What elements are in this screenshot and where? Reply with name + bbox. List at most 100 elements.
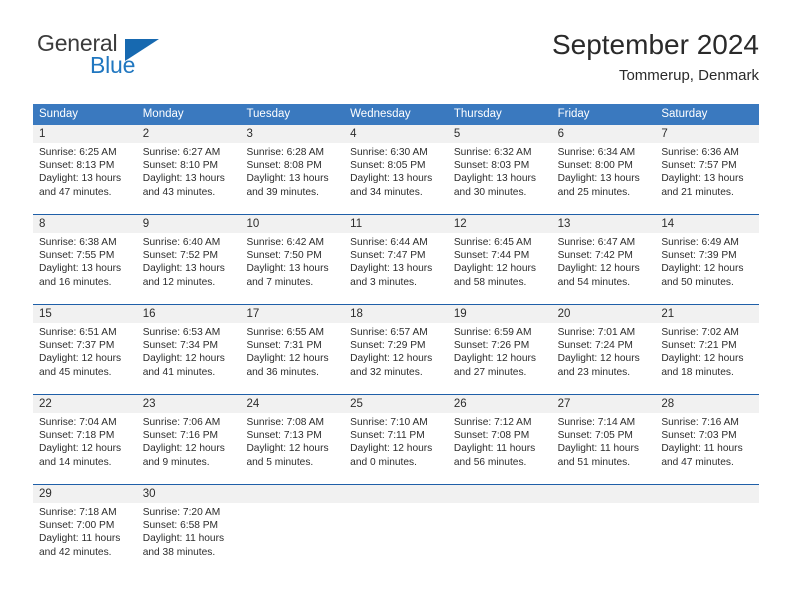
day-details: Sunrise: 7:10 AM Sunset: 7:11 PM Dayligh…: [344, 413, 448, 469]
title-block: September 2024 Tommerup, Denmark: [552, 28, 759, 87]
day-number: 9: [136, 215, 241, 233]
day-cell[interactable]: 17 Sunrise: 6:55 AM Sunset: 7:31 PM Dayl…: [240, 305, 345, 387]
day-cell[interactable]: 4 Sunrise: 6:30 AM Sunset: 8:05 PM Dayli…: [344, 125, 448, 207]
sunrise-text: Sunrise: 7:16 AM: [661, 417, 739, 428]
daylight-text-line2: and 16 minutes.: [39, 276, 112, 288]
sunrise-text: Sunrise: 6:47 AM: [557, 237, 636, 248]
day-cell[interactable]: 27 Sunrise: 7:14 AM Sunset: 7:05 PM Dayl…: [551, 395, 656, 477]
day-cell[interactable]: 30 Sunrise: 7:20 AM Sunset: 6:58 PM Dayl…: [136, 485, 241, 567]
daylight-text-line1: Daylight: 13 hours: [661, 173, 744, 185]
day-number: 25: [344, 395, 448, 413]
sunrise-text: Sunrise: 6:44 AM: [350, 237, 428, 248]
day-cell[interactable]: 25 Sunrise: 7:10 AM Sunset: 7:11 PM Dayl…: [344, 395, 448, 477]
day-cell[interactable]: 21 Sunrise: 7:02 AM Sunset: 7:21 PM Dayl…: [655, 305, 760, 387]
daylight-text-line1: Daylight: 12 hours: [39, 443, 122, 455]
sunset-text: Sunset: 6:58 PM: [142, 520, 219, 532]
week-row: 15 Sunrise: 6:51 AM Sunset: 7:37 PM Dayl…: [33, 304, 760, 387]
daylight-text-line2: and 12 minutes.: [142, 276, 216, 288]
day-number: 12: [447, 215, 552, 233]
daylight-text-line1: Daylight: 12 hours: [661, 263, 744, 275]
day-cell[interactable]: 14 Sunrise: 6:49 AM Sunset: 7:39 PM Dayl…: [655, 215, 760, 297]
general-blue-logo[interactable]: General Blue: [33, 28, 233, 84]
daylight-text-line2: and 47 minutes.: [39, 186, 112, 198]
daylight-text-line1: Daylight: 12 hours: [453, 353, 536, 365]
sunrise-text: Sunrise: 7:20 AM: [142, 507, 221, 518]
day-number: 28: [655, 395, 760, 413]
day-details: Sunrise: 7:16 AM Sunset: 7:03 PM Dayligh…: [655, 413, 759, 469]
day-cell[interactable]: 1 Sunrise: 6:25 AM Sunset: 8:13 PM Dayli…: [33, 125, 137, 207]
daylight-text-line1: Daylight: 12 hours: [557, 353, 640, 365]
day-details: Sunrise: 7:14 AM Sunset: 7:05 PM Dayligh…: [552, 413, 656, 469]
sunrise-text: Sunrise: 7:18 AM: [39, 507, 117, 518]
sunset-text: Sunset: 7:21 PM: [661, 340, 737, 352]
day-details: Sunrise: 6:36 AM Sunset: 7:57 PM Dayligh…: [655, 143, 759, 199]
page-title: September 2024: [551, 29, 759, 60]
day-cell[interactable]: 6 Sunrise: 6:34 AM Sunset: 8:00 PM Dayli…: [551, 125, 656, 207]
day-cell[interactable]: 11 Sunrise: 6:44 AM Sunset: 7:47 PM Dayl…: [344, 215, 448, 297]
page-subtitle: Tommerup, Denmark: [618, 67, 759, 84]
sunset-text: Sunset: 8:10 PM: [142, 160, 219, 172]
sunrise-text: Sunrise: 7:10 AM: [350, 417, 428, 428]
day-cell[interactable]: 19 Sunrise: 6:59 AM Sunset: 7:26 PM Dayl…: [447, 305, 552, 387]
day-cell[interactable]: 5 Sunrise: 6:32 AM Sunset: 8:03 PM Dayli…: [447, 125, 552, 207]
day-cell[interactable]: 22 Sunrise: 7:04 AM Sunset: 7:18 PM Dayl…: [33, 395, 137, 477]
day-details: Sunrise: 6:49 AM Sunset: 7:39 PM Dayligh…: [655, 233, 759, 289]
day-number: 14: [655, 215, 760, 233]
daylight-text-line2: and 36 minutes.: [246, 366, 319, 378]
calendar-page: General Blue September 2024 Tommerup, De…: [0, 0, 792, 612]
daylight-text-line1: Daylight: 11 hours: [661, 443, 743, 455]
day-cell[interactable]: 10 Sunrise: 6:42 AM Sunset: 7:50 PM Dayl…: [240, 215, 345, 297]
daylight-text-line1: Daylight: 11 hours: [453, 443, 536, 455]
sunset-text: Sunset: 7:03 PM: [661, 430, 737, 442]
sunset-text: Sunset: 7:47 PM: [350, 250, 426, 262]
day-cell[interactable]: 13 Sunrise: 6:47 AM Sunset: 7:42 PM Dayl…: [551, 215, 656, 297]
week-row: 22 Sunrise: 7:04 AM Sunset: 7:18 PM Dayl…: [33, 394, 760, 477]
day-cell[interactable]: 29 Sunrise: 7:18 AM Sunset: 7:00 PM Dayl…: [33, 485, 137, 567]
day-details: Sunrise: 6:32 AM Sunset: 8:03 PM Dayligh…: [448, 143, 552, 199]
day-cell[interactable]: 16 Sunrise: 6:53 AM Sunset: 7:34 PM Dayl…: [136, 305, 241, 387]
day-cell[interactable]: 3 Sunrise: 6:28 AM Sunset: 8:08 PM Dayli…: [240, 125, 345, 207]
sunset-text: Sunset: 7:37 PM: [39, 340, 115, 352]
day-number: 3: [240, 125, 345, 143]
day-cell[interactable]: 18 Sunrise: 6:57 AM Sunset: 7:29 PM Dayl…: [344, 305, 448, 387]
day-cell[interactable]: 8 Sunrise: 6:38 AM Sunset: 7:55 PM Dayli…: [33, 215, 137, 297]
sunrise-text: Sunrise: 6:49 AM: [661, 237, 739, 248]
day-cell[interactable]: 12 Sunrise: 6:45 AM Sunset: 7:44 PM Dayl…: [447, 215, 552, 297]
day-cell[interactable]: 24 Sunrise: 7:08 AM Sunset: 7:13 PM Dayl…: [240, 395, 345, 477]
sunrise-text: Sunrise: 6:45 AM: [453, 237, 532, 248]
week-row: 1 Sunrise: 6:25 AM Sunset: 8:13 PM Dayli…: [33, 125, 760, 207]
day-cell-empty: [551, 485, 656, 567]
day-cell[interactable]: 23 Sunrise: 7:06 AM Sunset: 7:16 PM Dayl…: [136, 395, 241, 477]
daylight-text-line2: and 50 minutes.: [661, 276, 734, 288]
day-number: 1: [33, 125, 137, 143]
sunset-text: Sunset: 7:11 PM: [350, 430, 425, 442]
day-cell[interactable]: 28 Sunrise: 7:16 AM Sunset: 7:03 PM Dayl…: [655, 395, 760, 477]
sunset-text: Sunset: 7:26 PM: [453, 340, 530, 352]
logo-text-blue: Blue: [90, 52, 136, 78]
day-number: 13: [551, 215, 656, 233]
daylight-text-line2: and 51 minutes.: [557, 456, 631, 468]
daylight-text-line1: Daylight: 12 hours: [142, 353, 225, 365]
daylight-text-line2: and 34 minutes.: [350, 186, 423, 198]
sunset-text: Sunset: 7:16 PM: [142, 430, 219, 442]
sunset-text: Sunset: 7:31 PM: [246, 340, 322, 352]
day-cell[interactable]: 7 Sunrise: 6:36 AM Sunset: 7:57 PM Dayli…: [655, 125, 760, 207]
sunrise-text: Sunrise: 6:55 AM: [246, 327, 325, 338]
sunset-text: Sunset: 8:00 PM: [557, 160, 633, 172]
day-cell[interactable]: 2 Sunrise: 6:27 AM Sunset: 8:10 PM Dayli…: [136, 125, 241, 207]
day-number: [551, 485, 656, 503]
daylight-text-line1: Daylight: 13 hours: [453, 173, 536, 185]
day-details: Sunrise: 7:12 AM Sunset: 7:08 PM Dayligh…: [448, 413, 552, 469]
day-number: 15: [33, 305, 137, 323]
day-number: 30: [136, 485, 241, 503]
day-cell[interactable]: 26 Sunrise: 7:12 AM Sunset: 7:08 PM Dayl…: [447, 395, 552, 477]
day-cell[interactable]: 15 Sunrise: 6:51 AM Sunset: 7:37 PM Dayl…: [33, 305, 137, 387]
daylight-text-line2: and 38 minutes.: [142, 546, 216, 558]
daylight-text-line2: and 9 minutes.: [142, 456, 210, 468]
daylight-text-line2: and 27 minutes.: [453, 366, 527, 378]
day-details: Sunrise: 6:25 AM Sunset: 8:13 PM Dayligh…: [33, 143, 137, 199]
day-cell[interactable]: 9 Sunrise: 6:40 AM Sunset: 7:52 PM Dayli…: [136, 215, 241, 297]
day-details: Sunrise: 7:02 AM Sunset: 7:21 PM Dayligh…: [655, 323, 759, 379]
day-details: Sunrise: 7:18 AM Sunset: 7:00 PM Dayligh…: [33, 503, 137, 559]
day-cell[interactable]: 20 Sunrise: 7:01 AM Sunset: 7:24 PM Dayl…: [551, 305, 656, 387]
